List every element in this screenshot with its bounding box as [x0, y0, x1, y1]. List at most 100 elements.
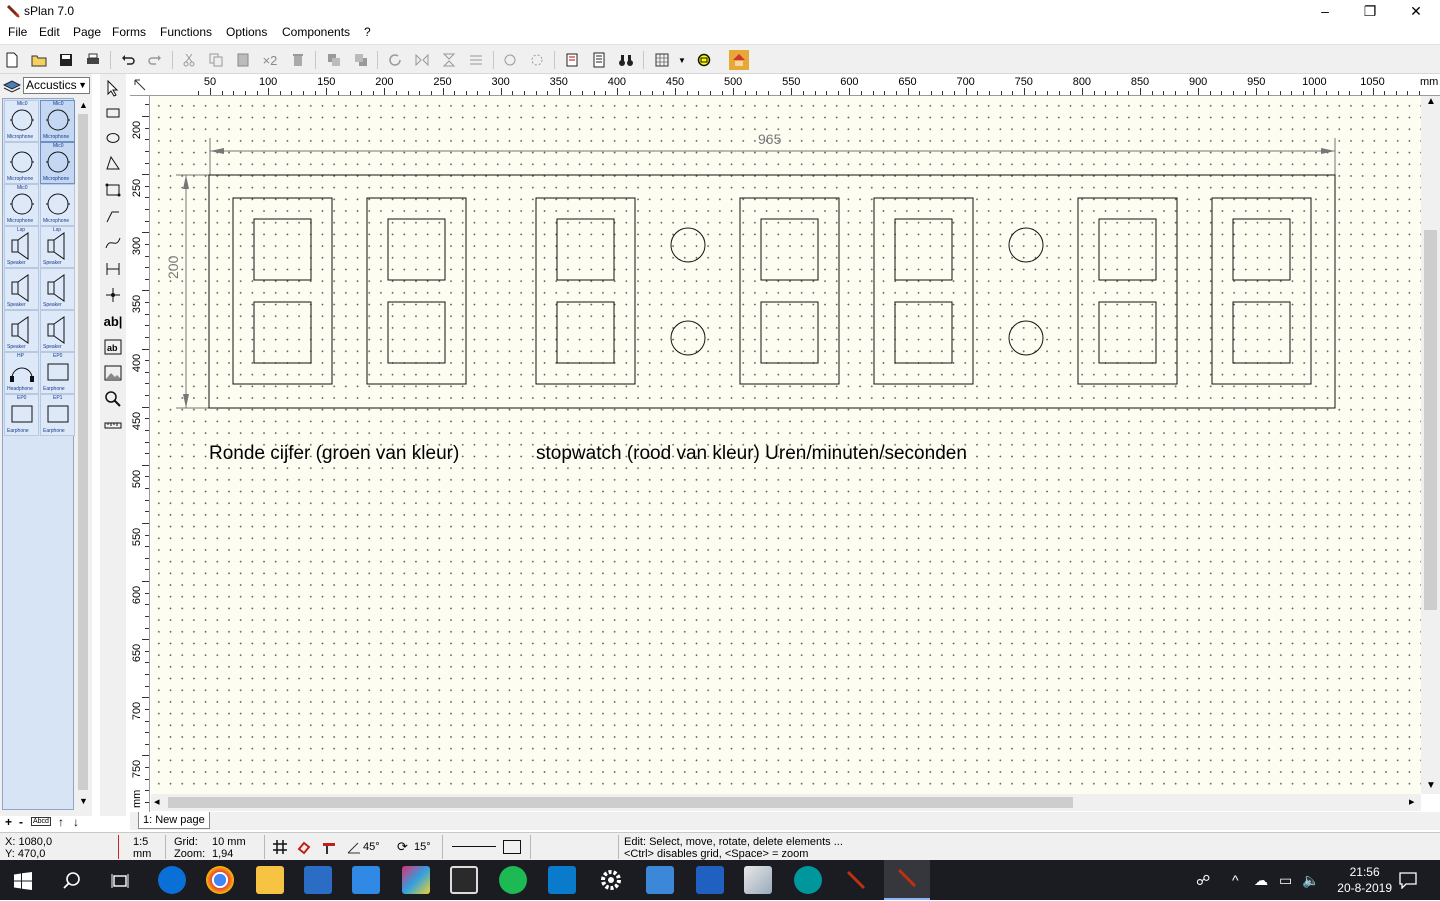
move-down-button[interactable]: ↓ — [73, 815, 79, 829]
text-tool-icon[interactable]: ab| — [103, 310, 123, 332]
app-icon-5[interactable] — [352, 866, 380, 894]
settings-gear-icon[interactable] — [597, 866, 625, 894]
group-icon[interactable] — [500, 50, 520, 70]
move-up-button[interactable]: ↑ — [58, 815, 64, 829]
menu-help[interactable]: ? — [364, 25, 371, 39]
splan-active-taskbar-icon[interactable] — [884, 860, 930, 900]
menu-edit[interactable]: Edit — [39, 25, 60, 39]
measure-tool-icon[interactable] — [103, 414, 123, 436]
store-icon[interactable] — [304, 866, 332, 894]
new-file-icon[interactable] — [2, 50, 22, 70]
line-tool-icon[interactable] — [103, 206, 123, 228]
colon-dot[interactable] — [1008, 320, 1044, 356]
library-scrollbar[interactable]: ▲ ▼ — [76, 98, 90, 810]
menu-file[interactable]: File — [8, 25, 27, 39]
angle-snap-value[interactable]: 45° — [363, 841, 380, 853]
polygon-tool-icon[interactable] — [103, 152, 123, 174]
scroll-down-icon[interactable]: ▼ — [79, 796, 88, 806]
chrome-browser-icon[interactable] — [206, 866, 234, 894]
mirror-v-icon[interactable] — [439, 50, 459, 70]
vertical-scroll-thumb[interactable] — [1424, 230, 1437, 610]
digit-frame[interactable] — [873, 197, 974, 385]
mirror-h-icon[interactable] — [412, 50, 432, 70]
digit-frame[interactable] — [535, 197, 636, 385]
board-outline[interactable] — [208, 174, 1336, 409]
library-symbol-cell[interactable]: EP1 Earphone — [40, 394, 75, 436]
horizontal-scrollbar[interactable]: ◂ ▸ — [151, 794, 1421, 811]
library-symbol-cell[interactable]: Microphone — [4, 142, 39, 184]
library-symbol-cell[interactable]: EP0 Earphone — [40, 352, 75, 394]
library-symbol-cell[interactable]: Speaker — [40, 268, 75, 310]
library-symbol-cell[interactable]: Speaker — [4, 310, 39, 352]
app-icon-9[interactable] — [548, 866, 576, 894]
scroll-right-icon[interactable]: ▸ — [1409, 795, 1415, 808]
app-icon-11[interactable] — [646, 866, 674, 894]
delete-icon[interactable] — [288, 50, 308, 70]
library-symbol-cell[interactable]: Lsp Speaker — [4, 226, 39, 268]
digit-frame[interactable] — [232, 197, 333, 385]
menu-components[interactable]: Components — [282, 25, 350, 39]
search-icon[interactable] — [62, 871, 82, 891]
minimize-button[interactable]: – — [1302, 0, 1348, 22]
junction-tool-icon[interactable] — [103, 284, 123, 306]
grid-snap-icon[interactable] — [272, 839, 288, 855]
remove-library-button[interactable]: - — [19, 815, 23, 829]
menu-options[interactable]: Options — [226, 25, 267, 39]
library-symbol-cell[interactable]: Mic0 Microphone — [4, 184, 39, 226]
scale-value[interactable]: 1:5 — [133, 836, 148, 848]
ruler-origin-icon[interactable] — [131, 76, 149, 94]
textbox-tool-icon[interactable]: ab — [103, 336, 123, 358]
vertical-scrollbar[interactable]: ▲ ▼ — [1421, 96, 1440, 794]
ungroup-icon[interactable] — [527, 50, 547, 70]
sidebar-toggle-icon[interactable] — [729, 50, 749, 70]
windows-start-icon[interactable] — [14, 872, 32, 890]
align-icon[interactable] — [466, 50, 486, 70]
grid-toggle-icon[interactable] — [652, 50, 672, 70]
ellipse-tool-icon[interactable] — [103, 127, 123, 149]
library-scroll-thumb[interactable] — [78, 114, 88, 790]
rectangle-tool-icon[interactable] — [103, 102, 123, 124]
library-symbol-cell[interactable]: Mic0 Microphone — [40, 142, 75, 184]
redo-icon[interactable] — [145, 50, 165, 70]
fill-style-preview[interactable] — [503, 840, 521, 854]
scroll-up-icon[interactable]: ▲ — [79, 100, 88, 110]
library-symbol-cell[interactable]: Mic0 Microphone — [4, 100, 39, 142]
scroll-down-icon[interactable]: ▼ — [1426, 780, 1436, 791]
undo-icon[interactable] — [118, 50, 138, 70]
menu-forms[interactable]: Forms — [112, 25, 146, 39]
menu-page[interactable]: Page — [73, 25, 101, 39]
search-binoculars-icon[interactable] — [616, 50, 636, 70]
duplicate-button[interactable]: ×2 — [260, 50, 280, 70]
send-back-icon[interactable] — [351, 50, 371, 70]
library-symbol-cell[interactable]: Lsp Speaker — [40, 226, 75, 268]
select-arrow-icon[interactable] — [103, 77, 123, 99]
horizontal-scroll-thumb[interactable] — [168, 797, 1073, 808]
file-explorer-icon[interactable] — [256, 866, 284, 894]
splan-taskbar-icon[interactable] — [842, 866, 870, 894]
zoom-fit-icon[interactable] — [694, 50, 714, 70]
taskbar-clock[interactable]: 21:56 20-8-2019 — [1337, 864, 1392, 896]
maximize-button[interactable]: ❐ — [1347, 0, 1393, 22]
rotate-step-value[interactable]: 15° — [414, 841, 431, 853]
paste-icon[interactable] — [233, 50, 253, 70]
library-symbol-cell[interactable]: Speaker — [40, 310, 75, 352]
caption-round-digits[interactable]: Ronde cijfer (groen van kleur) — [209, 443, 459, 465]
library-symbol-cell[interactable]: Microphone — [40, 184, 75, 226]
mail-icon[interactable] — [450, 866, 478, 894]
library-symbol-cell[interactable]: EP0 Earphone — [4, 394, 39, 436]
rotate-icon[interactable] — [385, 50, 405, 70]
grid-value[interactable]: 10 mm — [212, 836, 246, 848]
zoom-value[interactable]: 1,94 — [212, 848, 233, 860]
freeform-tool-icon[interactable] — [103, 179, 123, 201]
bezier-tool-icon[interactable] — [103, 232, 123, 254]
parts-list-icon[interactable] — [589, 50, 609, 70]
caption-stopwatch[interactable]: stopwatch (rood van kleur) Uren/minuten/… — [536, 443, 967, 465]
menu-functions[interactable]: Functions — [160, 25, 212, 39]
zoom-tool-icon[interactable] — [103, 388, 123, 410]
layers-icon[interactable] — [2, 77, 22, 93]
spotify-icon[interactable] — [499, 866, 527, 894]
image-tool-icon[interactable] — [103, 362, 123, 384]
people-icon[interactable]: ☍ — [1196, 872, 1210, 889]
bring-front-icon[interactable] — [324, 50, 344, 70]
task-view-icon[interactable] — [110, 871, 130, 891]
